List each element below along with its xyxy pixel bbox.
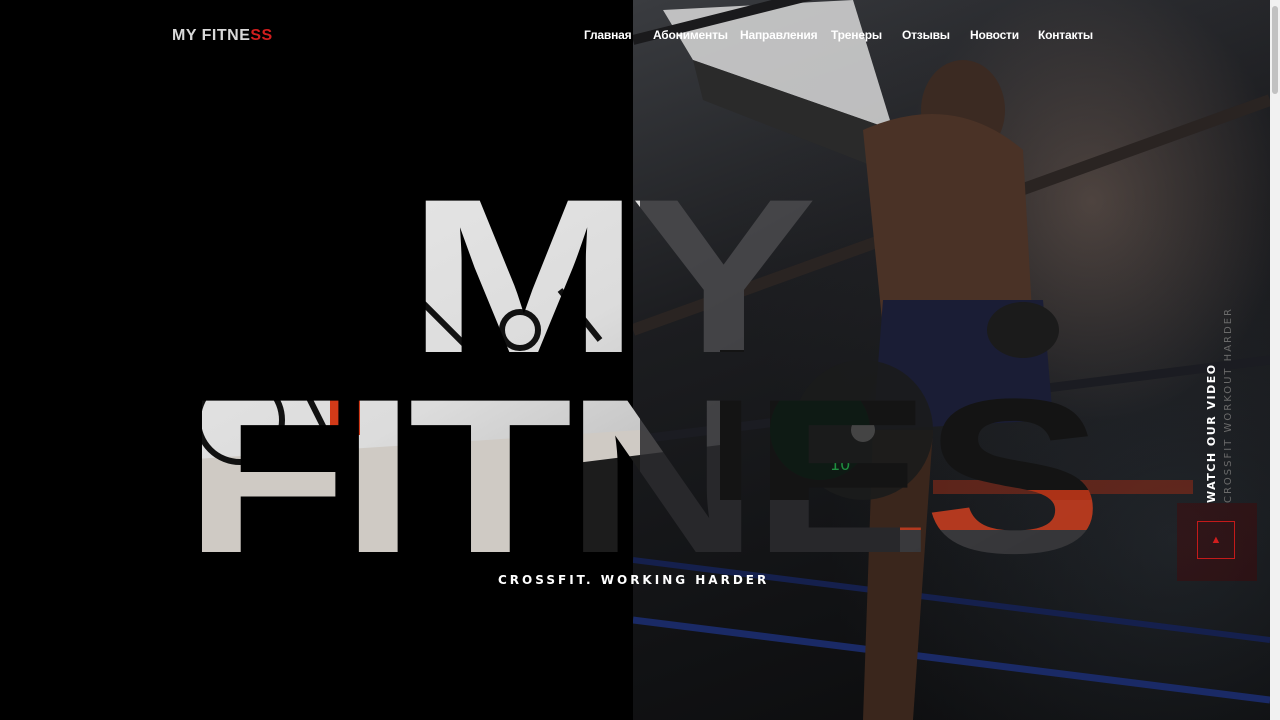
nav-contacts[interactable]: Контакты xyxy=(1038,28,1093,42)
scrollbar[interactable] xyxy=(1270,0,1280,720)
site-logo[interactable]: MY FITNESS xyxy=(172,27,273,45)
scroll-top-frame[interactable]: ▲ xyxy=(1197,521,1235,559)
hero-background-photo xyxy=(633,0,1270,720)
nav-directions[interactable]: Направления xyxy=(740,28,818,42)
logo-text: MY FITNE xyxy=(172,27,251,44)
hero-tagline: CROSSFIT. WORKING HARDER xyxy=(498,573,770,587)
video-subtitle: CROSSFIT WORKOUT HARDER xyxy=(1223,307,1234,503)
scroll-top-button[interactable]: ▲ xyxy=(1177,503,1257,581)
watch-video-link[interactable]: WATCH OUR VIDEO xyxy=(1205,363,1218,503)
nav-subscriptions[interactable]: Абонименты xyxy=(653,28,728,42)
logo-accent: SS xyxy=(250,27,273,44)
nav-home[interactable]: Главная xyxy=(584,28,632,42)
nav-news[interactable]: Новости xyxy=(970,28,1019,42)
nav-reviews[interactable]: Отзывы xyxy=(902,28,950,42)
arrow-up-icon: ▲ xyxy=(1210,534,1222,546)
nav-trainers[interactable]: Тренеры xyxy=(831,28,882,42)
scrollbar-thumb[interactable] xyxy=(1272,6,1278,94)
